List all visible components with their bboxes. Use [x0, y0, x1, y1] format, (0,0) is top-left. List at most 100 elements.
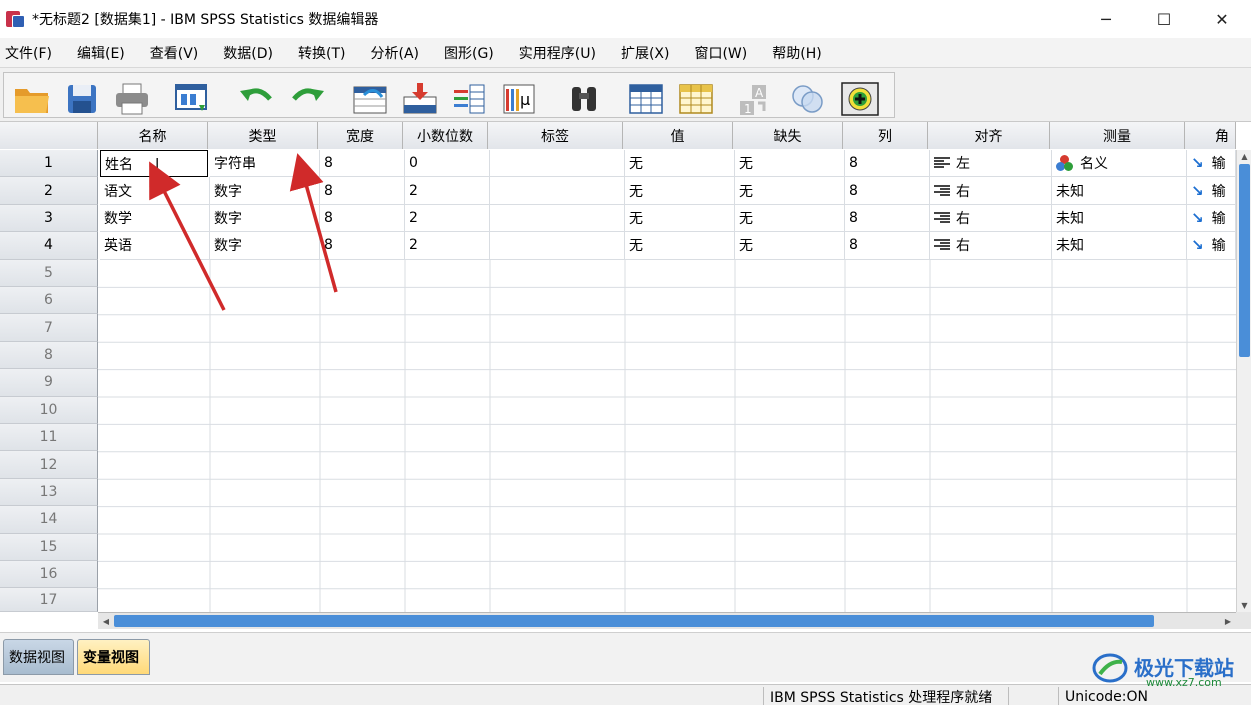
cell-label[interactable] [490, 204, 625, 233]
cell-name[interactable]: 英语 [100, 232, 210, 260]
row-header[interactable]: 8 [0, 341, 98, 370]
cell-missing[interactable]: 无 [735, 204, 845, 233]
column-header-decimals[interactable]: 小数位数 [403, 122, 488, 149]
print-icon[interactable] [112, 81, 152, 117]
row-header[interactable]: 2 [0, 177, 98, 205]
cell-label[interactable] [490, 177, 625, 205]
cell-width[interactable]: 8 [320, 232, 405, 260]
split-file-icon[interactable]: A1 [736, 81, 776, 117]
cell-align[interactable]: 右 [930, 177, 1052, 205]
open-folder-icon[interactable] [12, 81, 52, 117]
scroll-left-icon[interactable]: ◀ [98, 613, 114, 629]
cell-width[interactable]: 8 [320, 150, 405, 178]
goto-variable-icon[interactable] [400, 81, 440, 117]
column-header-measure[interactable]: 测量 [1050, 122, 1185, 149]
column-header-align[interactable]: 对齐 [928, 122, 1050, 149]
row-header[interactable]: 14 [0, 506, 98, 534]
column-header-missing[interactable]: 缺失 [733, 122, 843, 149]
cell-role[interactable]: ↘ 输 [1187, 150, 1236, 178]
menu-analyze[interactable]: 分析(A) [365, 43, 431, 63]
insert-variable-icon[interactable] [676, 81, 716, 117]
scroll-up-icon[interactable]: ▲ [1237, 150, 1251, 163]
menu-edit[interactable]: 编辑(E) [72, 43, 137, 63]
row-header[interactable]: 3 [0, 204, 98, 233]
menu-help[interactable]: 帮助(H) [767, 43, 833, 63]
maximize-button[interactable]: ☐ [1135, 0, 1193, 38]
undo-icon[interactable] [236, 81, 276, 117]
cell-type[interactable]: 数字 [210, 177, 320, 205]
goto-case-icon[interactable] [350, 81, 390, 117]
cell-width[interactable]: 8 [320, 204, 405, 233]
row-header[interactable]: 7 [0, 314, 98, 342]
column-header-role[interactable]: 角 [1185, 122, 1236, 149]
descriptive-stats-icon[interactable]: μ [500, 81, 540, 117]
menu-extensions[interactable]: 扩展(X) [616, 43, 682, 63]
row-header[interactable]: 16 [0, 561, 98, 589]
column-header-columns[interactable]: 列 [843, 122, 928, 149]
cell-role[interactable]: ↘ 输 [1187, 177, 1236, 205]
scroll-right-icon[interactable]: ▶ [1220, 613, 1236, 629]
cell-type[interactable]: 数字 [210, 232, 320, 260]
cell-align[interactable]: 左 [930, 150, 1052, 178]
menu-view[interactable]: 查看(V) [145, 43, 211, 63]
vertical-scroll-thumb[interactable] [1239, 164, 1250, 357]
cell-decimals[interactable]: 2 [405, 204, 490, 233]
cell-columns[interactable]: 8 [845, 177, 930, 205]
redo-icon[interactable] [288, 81, 328, 117]
variables-icon[interactable] [450, 81, 490, 117]
cell-align[interactable]: 右 [930, 232, 1052, 260]
cell-decimals[interactable]: 0 [405, 150, 490, 178]
cell-values[interactable]: 无 [625, 177, 735, 205]
cell-columns[interactable]: 8 [845, 204, 930, 233]
save-icon[interactable] [62, 81, 102, 117]
cell-label[interactable] [490, 232, 625, 260]
menu-utilities[interactable]: 实用程序(U) [514, 43, 608, 63]
cell-values[interactable]: 无 [625, 232, 735, 260]
weight-cases-icon[interactable] [788, 81, 828, 117]
cell-columns[interactable]: 8 [845, 150, 930, 178]
row-header[interactable]: 9 [0, 369, 98, 397]
column-header-width[interactable]: 宽度 [318, 122, 403, 149]
cell-missing[interactable]: 无 [735, 177, 845, 205]
minimize-button[interactable]: ─ [1077, 0, 1135, 38]
scroll-down-icon[interactable]: ▼ [1237, 599, 1251, 612]
horizontal-scrollbar[interactable]: ◀ ▶ [98, 612, 1236, 629]
row-header[interactable]: 6 [0, 287, 98, 315]
tab-variable-view[interactable]: 变量视图 [77, 639, 150, 675]
cell-decimals[interactable]: 2 [405, 177, 490, 205]
column-header-type[interactable]: 类型 [208, 122, 318, 149]
cell-name[interactable]: 数学 [100, 204, 210, 233]
row-header[interactable]: 4 [0, 232, 98, 260]
row-header[interactable]: 10 [0, 396, 98, 424]
cell-align[interactable]: 右 [930, 204, 1052, 233]
select-cases-icon[interactable] [840, 81, 880, 117]
cell-columns[interactable]: 8 [845, 232, 930, 260]
cell-measure[interactable]: 名义 [1052, 150, 1187, 178]
column-header-values[interactable]: 值 [623, 122, 733, 149]
horizontal-scroll-thumb[interactable] [114, 615, 1154, 627]
cell-missing[interactable]: 无 [735, 150, 845, 178]
row-header[interactable]: 5 [0, 259, 98, 287]
cell-values[interactable]: 无 [625, 150, 735, 178]
cell-values[interactable]: 无 [625, 204, 735, 233]
row-header[interactable]: 11 [0, 424, 98, 452]
row-header[interactable]: 1 [0, 150, 98, 178]
close-button[interactable]: ✕ [1193, 0, 1251, 38]
menu-graphs[interactable]: 图形(G) [439, 43, 506, 63]
cell-measure[interactable]: 未知 [1052, 204, 1187, 233]
cell-measure[interactable]: 未知 [1052, 232, 1187, 260]
tab-data-view[interactable]: 数据视图 [3, 639, 74, 675]
cell-name[interactable]: 语文 [100, 177, 210, 205]
cell-type[interactable]: 字符串 [210, 150, 320, 178]
column-header-name[interactable]: 名称 [98, 122, 208, 149]
cell-role[interactable]: ↘ 输 [1187, 232, 1236, 260]
cell-label[interactable] [490, 150, 625, 178]
recall-dialog-icon[interactable] [172, 81, 212, 117]
cell-name-active[interactable]: 姓名 I [100, 150, 208, 178]
insert-cases-icon[interactable] [626, 81, 666, 117]
row-header[interactable]: 13 [0, 478, 98, 507]
cell-width[interactable]: 8 [320, 177, 405, 205]
cell-decimals[interactable]: 2 [405, 232, 490, 260]
column-header-label[interactable]: 标签 [488, 122, 623, 149]
row-header[interactable]: 12 [0, 451, 98, 479]
